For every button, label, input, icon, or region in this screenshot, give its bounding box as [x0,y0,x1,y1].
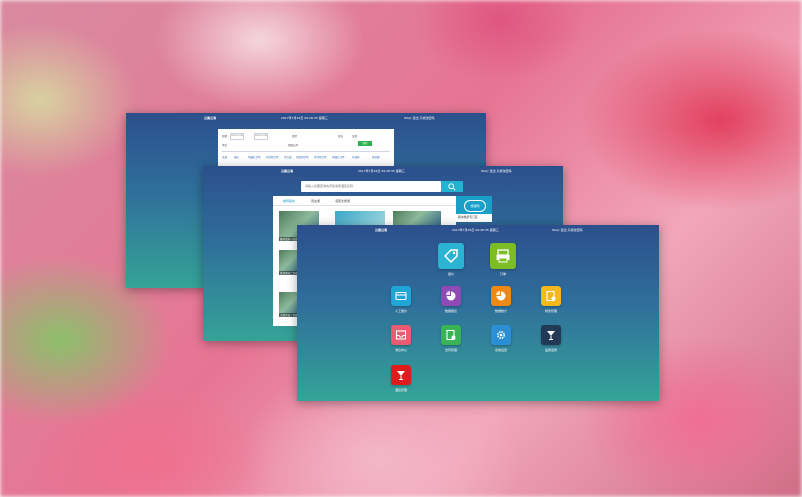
type-label: 类型 [292,135,298,138]
card-icon [391,286,411,306]
tab-paid[interactable]: 已付款订单 [266,155,279,159]
tour-thumbnail[interactable] [393,211,441,225]
tab-nearby[interactable]: 周边游 [311,199,320,203]
user-links[interactable]: Wsq! 退出 只修改密码 [481,169,512,173]
status-select[interactable]: 全部 [352,134,357,138]
app-finance[interactable]: 财务管理 [531,286,571,313]
inbox-icon [391,325,411,345]
app-label: 订单 [499,272,506,276]
gear-icon [491,325,511,345]
tab-pending-pay[interactable]: 待付款订单 [314,155,327,159]
app-data-report[interactable]: 数据报表 [431,286,471,313]
divider [222,151,390,152]
tour-thumbnail[interactable]: 普洱茶园二日游 [279,250,299,275]
search-placeholder: 请输入您要查询的景区或者酒店名称 [305,184,354,188]
app-settings[interactable]: 系统设置 [481,325,521,352]
category-tabs: 推荐路线 周边游 滇西北旅游 [273,196,456,206]
search-form-panel: 日期 2017-07-26 2017-07-26 类型 状态 全部 单位 所属公… [218,129,394,169]
app-messages[interactable]: 消息中心 [381,325,421,352]
top-bar: 云南云海 2017年7月26日 09:28:35 星期三 Wsq! 退出 只修改… [126,113,486,122]
app-launcher-window: 云南云海 2017年7月26日 09:28:35 星期三 Wsq! 退出 只修改… [297,225,659,401]
search-button[interactable]: 搜索 [358,141,372,146]
top-bar: 云南云海 2017年7月26日 09:28:35 星期三 Wsq! 退出 只修改… [203,166,563,175]
datetime: 2017年7月26日 09:28:35 星期三 [452,228,499,232]
pie-chart-icon [441,286,461,306]
app-manual-quote[interactable]: 人工报价 [381,286,421,313]
logo-badge: 旅游网 [456,196,492,214]
unit-label: 单位 [222,144,228,147]
tour-thumbnail[interactable] [335,211,385,225]
app-label: 人工报价 [394,309,407,313]
cocktail-icon [391,365,411,385]
user-links[interactable]: Wsq! 退出 只修改密码 [552,228,583,232]
badge-text: 旅游网 [464,200,486,212]
datetime: 2017年7月26日 09:28:35 星期三 [358,169,405,173]
side-ad[interactable]: 旅游网 腾冲旅游专门店 [456,196,492,222]
tour-thumbnail[interactable]: 大理古城三日游 [279,292,299,317]
document-gear-icon [441,325,461,345]
date-label: 日期 [222,135,228,138]
search-input[interactable]: 请输入您要查询的景区或者酒店名称 [301,181,441,192]
document-gear-icon [541,286,561,306]
app-price[interactable]: 报价 [431,243,471,276]
app-label: 合同管理 [444,348,457,352]
side-ad-text: 腾冲旅游专门店 [458,215,478,219]
tab-confirmed[interactable]: 已确认订单 [248,155,261,159]
app-label: 数据报表 [444,309,457,313]
top-bar: 云南云海 2017年7月26日 09:28:35 星期三 Wsq! 退出 只修改… [297,225,659,234]
app-label: 财务管理 [544,309,557,313]
app-title: 云南云海 [204,116,217,120]
printer-icon [490,243,516,269]
tab-quote[interactable]: 报价 [234,155,239,159]
app-label: 消息中心 [394,348,407,352]
search-button[interactable] [441,181,463,192]
tab-todo[interactable]: 待处理 [372,155,380,159]
app-label: 数据统计 [494,309,507,313]
tab-done[interactable]: 已完成 [284,155,292,159]
tab-recommended[interactable]: 推荐路线 [283,199,295,203]
app-label: 报价 [447,272,454,276]
app-orders[interactable]: 订单 [483,243,523,276]
tab-northwest[interactable]: 滇西北旅游 [335,199,350,203]
tab-cancelled[interactable]: 已取消订单 [296,155,309,159]
status-label: 状态 [338,135,344,138]
app-label: 系统设置 [494,348,507,352]
tour-caption: 普洱茶园二日游 [279,271,299,275]
app-hotel[interactable]: 酒店管理 [381,365,421,392]
tour-caption: 大理古城三日游 [279,313,299,317]
app-title: 云南云海 [375,228,388,232]
tab-refunded[interactable]: 已退款 [352,155,360,159]
app-data-stats[interactable]: 数据统计 [481,286,521,313]
tab-pending-confirm[interactable]: 待确认订单 [332,155,345,159]
date-to-field[interactable]: 2017-07-26 [254,133,268,140]
app-label: 品质监督 [544,348,557,352]
app-label: 酒店管理 [394,388,407,392]
date-from-field[interactable]: 2017-07-26 [230,133,244,140]
company-label: 所属公司 [288,144,299,147]
user-links[interactable]: Wsq! 退出 只修改密码 [404,116,435,120]
tab-all[interactable]: 全部 [222,155,227,159]
datetime: 2017年7月26日 09:28:35 星期三 [281,116,328,120]
app-title: 云南云海 [281,169,294,173]
cocktail-icon [541,325,561,345]
pie-chart-icon [491,286,511,306]
app-quality[interactable]: 品质监督 [531,325,571,352]
app-contracts[interactable]: 合同管理 [431,325,471,352]
price-tag-icon [438,243,464,269]
search-icon [448,182,456,191]
